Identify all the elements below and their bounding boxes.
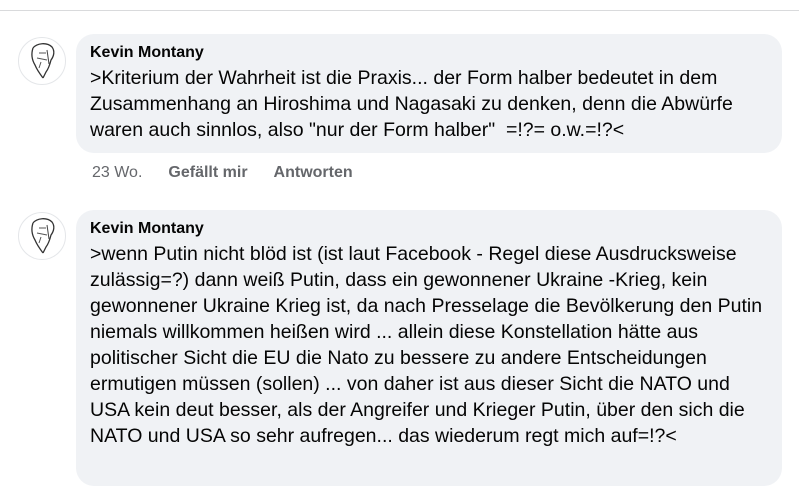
like-button[interactable]: Gefällt mir	[168, 164, 247, 182]
comment-bubble: Kevin Montany >wenn Putin nicht blöd ist…	[76, 210, 782, 486]
avatar[interactable]	[18, 212, 66, 260]
comment-bubble: Kevin Montany >Kriterium der Wahrheit is…	[76, 34, 782, 153]
comment-author[interactable]: Kevin Montany	[90, 220, 768, 238]
comment-author[interactable]: Kevin Montany	[90, 44, 768, 62]
comment-actions: 23 Wo. Gefällt mir Antworten	[92, 164, 353, 182]
comment-timestamp[interactable]: 23 Wo.	[92, 164, 142, 182]
avatar[interactable]	[18, 37, 66, 85]
comment-text: >Kriterium der Wahrheit ist die Praxis..…	[90, 67, 739, 141]
top-divider	[0, 10, 799, 11]
profile-sketch-icon	[31, 43, 55, 79]
reply-button[interactable]: Antworten	[274, 164, 353, 182]
profile-sketch-icon	[31, 218, 55, 254]
comment-text: >wenn Putin nicht blöd ist (ist laut Fac…	[90, 243, 768, 447]
